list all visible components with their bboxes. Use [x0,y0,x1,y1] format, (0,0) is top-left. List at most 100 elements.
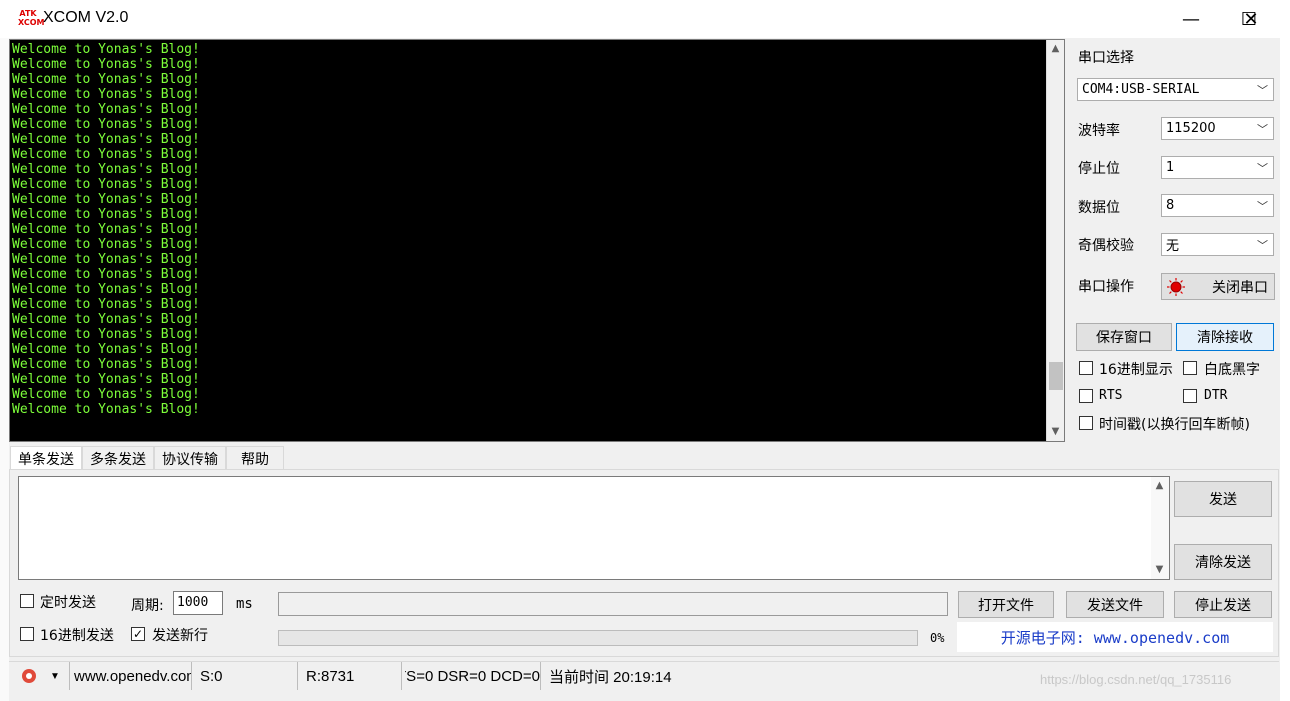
period-input[interactable]: 1000 [173,591,223,615]
hex-send-checkbox[interactable] [20,627,34,641]
period-label: 周期: [131,598,164,614]
send-progress-bar [278,630,918,646]
timed-send-label: 定时发送 [40,595,96,611]
chevron-down-icon: ﹀ [1257,200,1268,213]
receive-line: Welcome to Yonas's Blog! [12,102,200,117]
parity-label: 奇偶校验 [1078,238,1134,254]
receive-text-area[interactable]: Welcome to Yonas's Blog! Welcome to Yonas… [9,39,1065,442]
port-select-label: 串口选择 [1078,50,1134,66]
tab-protocol[interactable]: 协议传输 [154,446,226,470]
stop-send-label: 停止发送 [1195,597,1251,614]
white-bg-checkbox[interactable] [1183,361,1197,375]
data-bits-label: 数据位 [1078,200,1120,216]
checkmark-icon: ✓ [132,627,144,641]
timed-send-checkbox[interactable] [20,594,34,608]
hex-display-checkbox[interactable] [1079,361,1093,375]
scroll-down-icon[interactable]: ▼ [1151,561,1168,578]
chevron-down-icon: ﹀ [1257,239,1268,252]
receive-line: Welcome to Yonas's Blog! [12,42,200,57]
send-scrollbar[interactable]: ▲ ▼ [1151,477,1169,579]
send-text-input[interactable]: ▲ ▼ [18,476,1170,580]
chevron-down-icon: ﹀ [1257,84,1268,97]
scroll-up-icon[interactable]: ▲ [1151,477,1168,494]
window-title: XCOM V2.0 [43,9,129,26]
status-url[interactable]: www.openedv.com [70,662,192,690]
tab-label: 多条发送 [90,451,146,468]
clear-receive-button[interactable]: 清除接收 [1176,323,1274,351]
open-file-button[interactable]: 打开文件 [958,591,1054,618]
receive-line: Welcome to Yonas's Blog! [12,177,200,192]
stop-bits-label: 停止位 [1078,161,1120,177]
clear-receive-label: 清除接收 [1197,330,1253,346]
clear-send-button[interactable]: 清除发送 [1174,544,1272,580]
status-received: R:8731 [302,662,402,690]
chevron-down-icon: ﹀ [1257,162,1268,175]
tab-single-send[interactable]: 单条发送 [10,446,82,470]
clear-send-label: 清除发送 [1195,555,1251,571]
receive-line: Welcome to Yonas's Blog! [12,372,200,387]
receive-line: Welcome to Yonas's Blog! [12,147,200,162]
receive-line: Welcome to Yonas's Blog! [12,282,200,297]
receive-line: Welcome to Yonas's Blog! [12,342,200,357]
tab-label: 帮助 [241,451,269,468]
settings-gear-icon [22,669,36,683]
hex-display-label: 16进制显示 [1099,362,1173,378]
minimize-button[interactable]: — [1162,0,1220,38]
receive-line: Welcome to Yonas's Blog! [12,87,200,102]
baud-rate-combo[interactable]: 115200 ﹀ [1161,117,1274,140]
receive-line: Welcome to Yonas's Blog! [12,267,200,282]
send-progress-text: 0% [930,631,945,645]
save-window-button[interactable]: 保存窗口 [1076,323,1172,351]
receive-line: Welcome to Yonas's Blog! [12,357,200,372]
send-newline-checkbox[interactable]: ✓ [131,627,145,641]
port-status-icon [1167,278,1185,296]
receive-line: Welcome to Yonas's Blog! [12,327,200,342]
data-bits-value: 8 [1166,198,1175,213]
tab-multi-send[interactable]: 多条发送 [82,446,154,470]
close-port-button[interactable]: 关闭串口 [1161,273,1275,300]
receive-line: Welcome to Yonas's Blog! [12,162,200,177]
receive-line: Welcome to Yonas's Blog! [12,57,200,72]
rts-checkbox[interactable] [1079,389,1093,403]
brand-link[interactable]: 开源电子网: www.openedv.com [957,622,1273,652]
period-unit: ms [236,596,253,612]
white-bg-label: 白底黑字 [1204,362,1260,378]
receive-line: Welcome to Yonas's Blog! [12,192,200,207]
parity-value: 无 [1166,239,1180,254]
stop-bits-combo[interactable]: 1 ﹀ [1161,156,1274,179]
dtr-label: DTR [1204,388,1228,403]
save-window-label: 保存窗口 [1096,330,1152,346]
send-button[interactable]: 发送 [1174,481,1272,517]
receive-line: Welcome to Yonas's Blog! [12,252,200,267]
parity-combo[interactable]: 无 ﹀ [1161,233,1274,256]
title-bar[interactable]: ATK XCOM XCOM V2.0 — ☐ ✕ [0,0,1290,38]
dtr-checkbox[interactable] [1183,389,1197,403]
port-operation-label: 串口操作 [1078,279,1134,295]
status-sent: S:0 [196,662,298,690]
rts-label: RTS [1099,388,1123,403]
status-signals: CTS=0 DSR=0 DCD=0 [405,662,541,690]
scroll-up-icon[interactable]: ▲ [1047,40,1064,57]
data-bits-combo[interactable]: 8 ﹀ [1161,194,1274,217]
file-path-input[interactable] [278,592,948,616]
tab-help[interactable]: 帮助 [226,446,284,470]
status-signals-text: CTS=0 DSR=0 DCD=0 [405,667,540,685]
timestamp-checkbox[interactable] [1079,416,1093,430]
port-select-combo[interactable]: COM4:USB-SERIAL ﹀ [1077,78,1274,101]
close-icon: ✕ [1243,8,1259,30]
tab-label: 协议传输 [162,451,218,468]
receive-line: Welcome to Yonas's Blog! [12,207,200,222]
scroll-down-icon[interactable]: ▼ [1047,423,1064,440]
send-file-button[interactable]: 发送文件 [1066,591,1164,618]
close-button[interactable]: ✕ [1222,0,1280,38]
scroll-thumb[interactable] [1049,362,1063,391]
background-window-edge [0,38,9,701]
minimize-icon: — [1182,8,1200,30]
status-time: 当前时间 20:19:14 [549,668,672,686]
background-window-edge-right [1280,38,1290,701]
status-settings[interactable]: ▼ [10,662,70,690]
receive-line: Welcome to Yonas's Blog! [12,132,200,147]
stop-send-button[interactable]: 停止发送 [1174,591,1272,618]
receive-scrollbar[interactable]: ▲ ▼ [1046,40,1064,441]
receive-line: Welcome to Yonas's Blog! [12,312,200,327]
